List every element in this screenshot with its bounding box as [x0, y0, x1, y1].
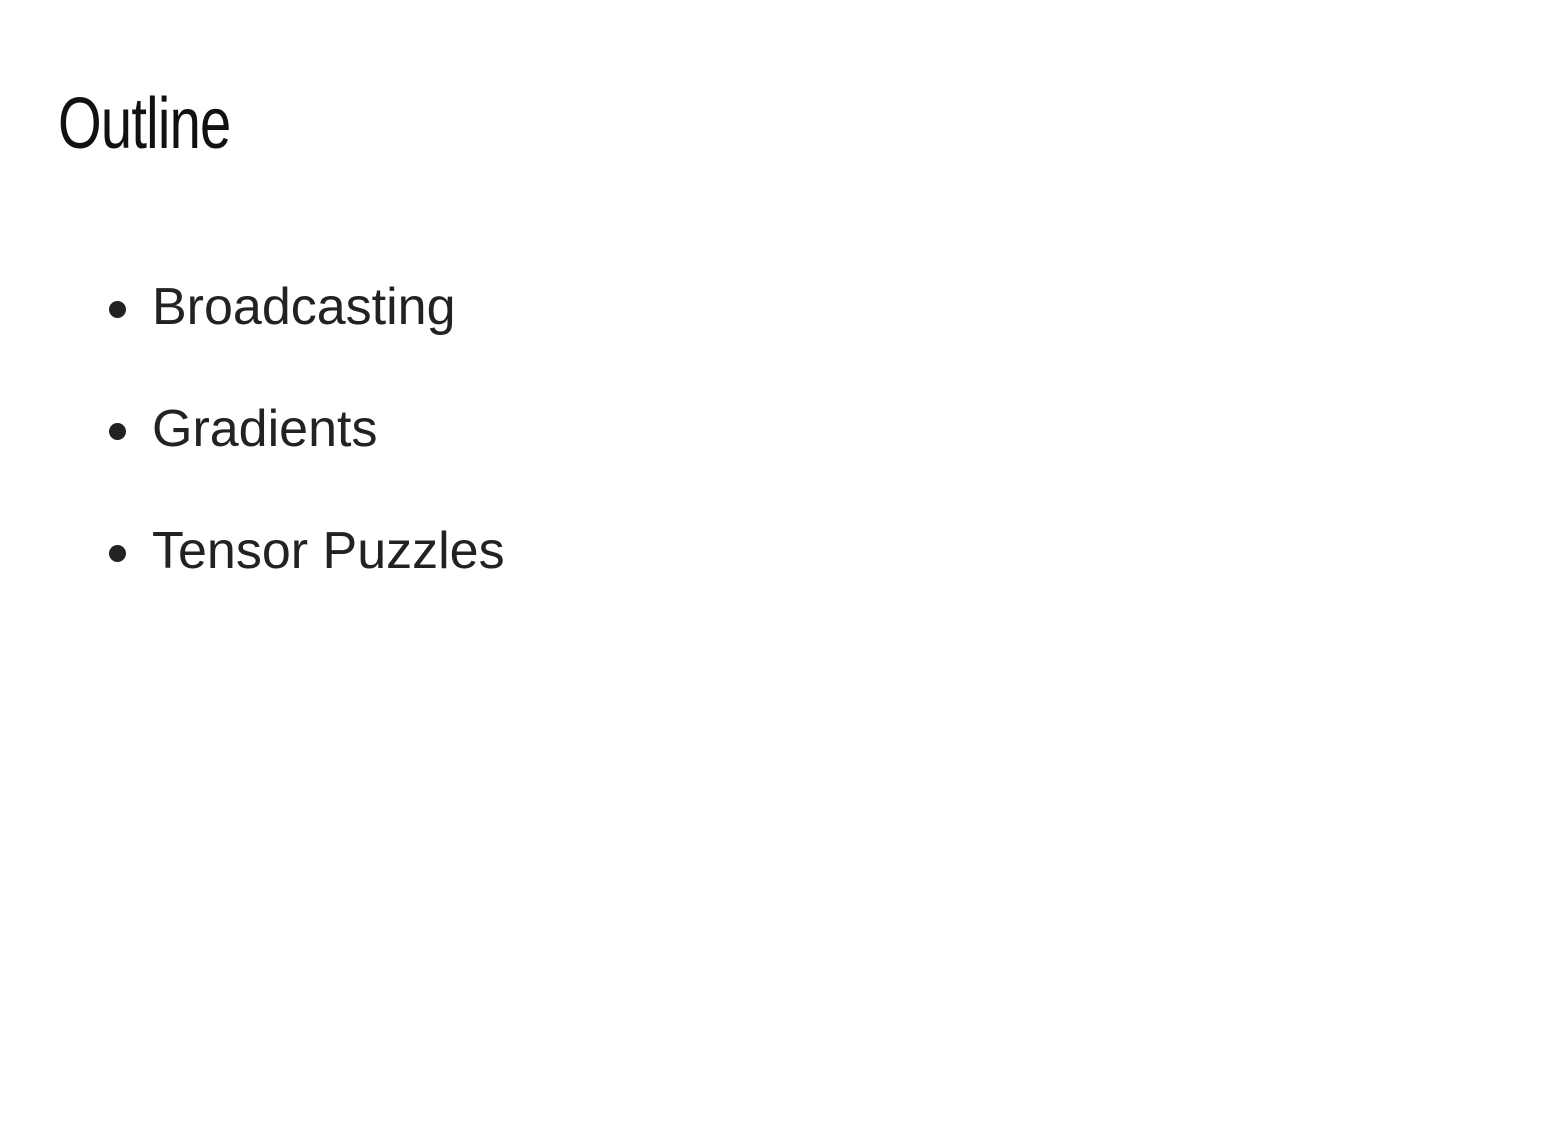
- bullet-label: Broadcasting: [152, 278, 456, 336]
- bullet-icon: [109, 423, 126, 440]
- bullet-icon: [109, 545, 126, 562]
- bullet-icon: [109, 301, 126, 318]
- slide: Outline Broadcasting Gradients Tensor Pu…: [0, 0, 1561, 1138]
- slide-title: Outline: [58, 84, 231, 164]
- bullet-label: Tensor Puzzles: [152, 522, 505, 580]
- bullet-label: Gradients: [152, 400, 378, 458]
